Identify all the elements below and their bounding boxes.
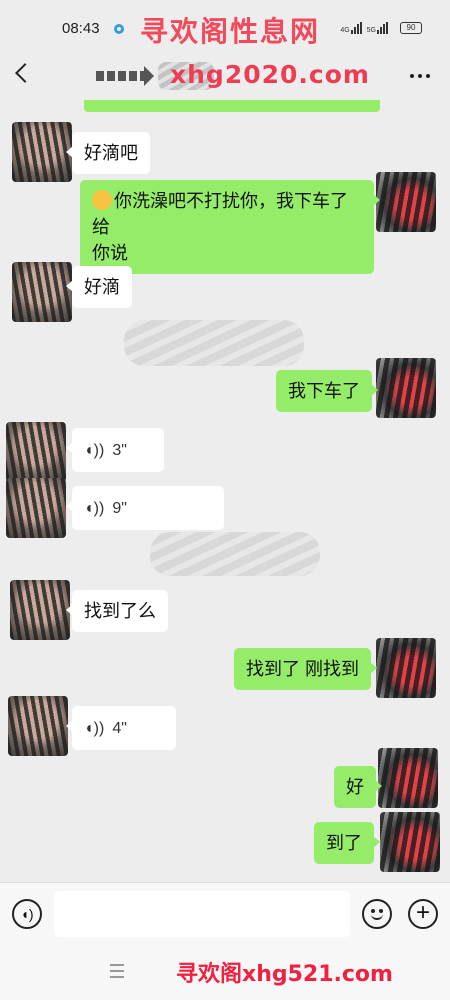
message-bubble[interactable]: 好滴吧 [66, 132, 150, 174]
plus-icon[interactable]: + [408, 899, 438, 929]
voice-duration: 3" [112, 442, 127, 459]
message-bubble[interactable]: 我下车了 [276, 370, 378, 412]
my-avatar[interactable] [380, 812, 440, 872]
voice-message-bubble[interactable]: ◖)) 9" [66, 486, 224, 530]
signal-5g-label: 5G [366, 27, 376, 34]
watermark-top: 寻欢阁性息网 [140, 15, 321, 48]
notification-icon [114, 24, 124, 34]
voice-icon[interactable]: ◖) [12, 899, 42, 929]
arrow-icon [96, 66, 154, 86]
message-list[interactable]: 好滴吧 你洗澡吧不打扰你，我下车了给 你说 好滴 我下车了 ◖)) 3" ◖)) 9… [0, 112, 450, 882]
contact-avatar[interactable] [10, 580, 70, 640]
my-avatar[interactable] [376, 358, 436, 418]
message-row: 到了 [0, 812, 450, 882]
battery-icon: 90 [400, 22, 422, 34]
message-bubble-partial [84, 100, 380, 112]
contact-avatar[interactable] [8, 696, 68, 756]
more-options-icon[interactable] [410, 74, 430, 78]
message-bubble[interactable]: 到了 [314, 822, 380, 864]
voice-wave-icon: ◖)) [84, 442, 105, 459]
message-row: ◖)) 9" [0, 478, 450, 538]
contact-avatar[interactable] [6, 422, 66, 482]
input-bar: ◖) + [0, 882, 450, 946]
signal-4g-icon: 4G [340, 22, 362, 34]
voice-wave-icon: ◖)) [84, 500, 105, 517]
back-arrow-icon[interactable] [15, 63, 35, 83]
menu-icon[interactable] [110, 964, 124, 978]
signal-5g-icon: 5G [367, 22, 388, 34]
voice-wave-icon: ◖)) [84, 720, 105, 737]
voice-message-bubble[interactable]: ◖)) 4" [66, 706, 176, 750]
watermark-nav: xhg2020.com [170, 60, 370, 89]
signal-group: 4G 5G [340, 22, 388, 34]
message-row: 你洗澡吧不打扰你，我下车了给 你说 [0, 172, 450, 274]
emoji-icon[interactable] [362, 899, 392, 929]
contact-avatar[interactable] [6, 478, 66, 538]
message-bubble[interactable]: 好滴 [66, 266, 132, 308]
contact-avatar[interactable] [12, 262, 72, 322]
message-row: 好 [0, 748, 450, 818]
message-bubble[interactable]: 找到了 刚找到 [234, 648, 378, 690]
my-avatar[interactable] [376, 172, 436, 232]
message-row: 找到了 刚找到 [0, 634, 450, 704]
my-avatar[interactable] [376, 638, 436, 698]
smirk-face-icon [92, 190, 112, 210]
message-input[interactable] [54, 891, 350, 937]
status-bar: 08:43 寻欢阁性息网 4G 5G 90 [0, 0, 450, 56]
voice-duration: 4" [112, 720, 127, 737]
voice-message-bubble[interactable]: ◖)) 3" [66, 428, 164, 472]
message-bubble[interactable]: 找到了么 [66, 590, 168, 632]
my-avatar[interactable] [378, 748, 438, 808]
watermark-bottom: 寻欢阁xhg521.com [176, 962, 393, 987]
message-bubble[interactable]: 好 [334, 766, 382, 808]
system-nav-bar: 寻欢阁xhg521.com [0, 946, 450, 1000]
message-row: ◖)) 3" [0, 418, 450, 482]
status-time: 08:43 [62, 20, 100, 37]
redacted-timestamp [150, 532, 320, 576]
chat-header: xhg2020.com [0, 56, 450, 100]
signal-4g-label: 4G [340, 27, 350, 34]
voice-duration: 9" [112, 500, 127, 517]
message-text-line1: 你洗澡吧不打扰你，我下车了给 [92, 191, 348, 237]
